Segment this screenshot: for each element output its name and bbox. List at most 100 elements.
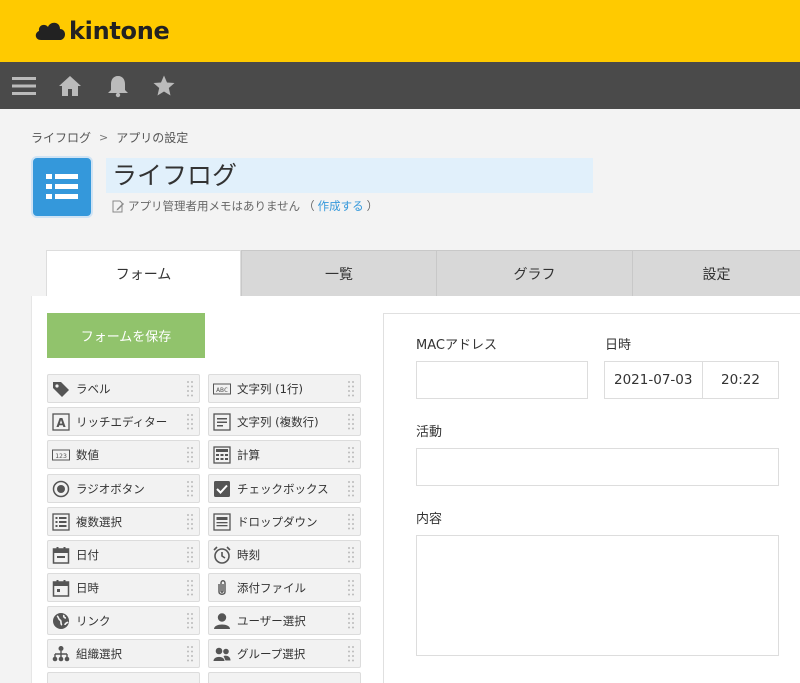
drag-handle-icon [348,645,354,661]
memo-open-paren: （ [303,199,315,213]
part-date[interactable]: 日付 [47,540,200,569]
part-label-text: ラジオボタン [76,481,145,496]
menu-icon[interactable] [12,74,36,98]
part-group-select[interactable]: グループ選択 [208,639,361,668]
part-user-select[interactable]: ユーザー選択 [208,606,361,635]
mac-address-field[interactable] [416,361,588,399]
part-label-text: 文字列 (複数行) [237,414,319,429]
part-link[interactable]: リンク [47,606,200,635]
drag-handle-icon [187,546,193,562]
drag-handle-icon [187,413,193,429]
cloud-logo-icon [35,22,66,40]
drag-handle-icon [348,579,354,595]
part-label[interactable]: ラベル [47,374,200,403]
drag-handle-icon [348,446,354,462]
datetime-icon [52,579,70,597]
tab-form[interactable]: フォーム [46,250,241,296]
part-radio-button[interactable]: ラジオボタン [47,474,200,503]
svg-text:123: 123 [55,452,67,460]
part-label-text: 数値 [76,447,99,462]
part-label-text: 日付 [76,547,99,562]
user-icon [214,612,230,629]
drag-handle-icon [187,645,193,661]
drag-handle-icon [187,480,193,496]
checkbox-icon [214,480,230,497]
part-label-text: 複数選択 [76,514,122,529]
part-label-text: チェックボックス [237,481,329,496]
activity-label: 活動 [416,425,443,440]
multiline-text-icon [213,412,231,431]
datetime-date-field[interactable]: 2021-07-03 [604,361,703,399]
part-label-text: グループ選択 [237,646,306,661]
part-label-text: ラベル [76,381,111,396]
breadcrumb-app-link[interactable]: ライフログ [31,129,91,146]
clock-icon [213,545,231,564]
drag-handle-icon [348,546,354,562]
part-label-text: 組織選択 [76,646,122,661]
rich-editor-icon: A [52,412,70,431]
star-icon[interactable] [152,74,176,98]
part-number[interactable]: 123 数値 [47,440,200,469]
calendar-icon [52,546,70,564]
part-time[interactable]: 時刻 [208,540,361,569]
drag-handle-icon [348,513,354,529]
svg-text:A: A [56,416,66,430]
mac-address-label: MACアドレス [416,338,497,353]
part-label-text: 計算 [237,447,260,462]
part-multi-line-text[interactable]: 文字列 (複数行) [208,407,361,436]
part-rich-editor[interactable]: A リッチエディター [47,407,200,436]
drag-handle-icon [187,380,193,396]
app-icon [31,156,93,218]
drag-handle-icon [348,380,354,396]
part-single-line-text[interactable]: ABC 文字列 (1行) [208,374,361,403]
part-label-text: ドロップダウン [237,514,318,529]
nav-bar [0,62,800,109]
part-attachment[interactable]: 添付ファイル [208,573,361,602]
tag-icon [53,381,69,397]
datetime-time-field[interactable]: 20:22 [702,361,779,399]
part-dropdown[interactable]: ドロップダウン [208,507,361,536]
part-cut-off[interactable] [208,672,361,683]
breadcrumb-separator: > [99,131,109,144]
svg-text:ABC: ABC [216,386,228,394]
group-icon [213,647,231,661]
tab-graph[interactable]: グラフ [436,250,632,296]
drag-handle-icon [348,413,354,429]
calculator-icon [213,445,231,464]
part-org-select[interactable]: 組織選択 [47,639,200,668]
datetime-label: 日時 [605,338,632,353]
drag-handle-icon [187,579,193,595]
breadcrumb-current: アプリの設定 [116,131,189,145]
part-checkbox[interactable]: チェックボックス [208,474,361,503]
part-cut-off[interactable] [47,672,200,683]
kintone-logo[interactable]: kintone [33,17,170,45]
part-calculation[interactable]: 計算 [208,440,361,469]
dropdown-icon [213,512,231,531]
tab-settings[interactable]: 設定 [632,250,800,296]
paperclip-icon [218,579,226,595]
list-app-icon [46,174,78,199]
part-label-text: 時刻 [237,547,260,562]
abc-icon: ABC [213,383,231,394]
part-datetime[interactable]: 日時 [47,573,200,602]
part-label-text: ユーザー選択 [237,613,306,628]
memo-close-paren: ） [366,199,379,213]
drag-handle-icon [187,612,193,628]
home-icon[interactable] [58,74,82,98]
org-icon [52,645,70,661]
activity-field[interactable] [416,448,779,486]
globe-icon [53,612,69,629]
save-form-button[interactable]: フォームを保存 [47,313,205,358]
memo-text: アプリ管理者用メモはありません [128,199,301,213]
top-header: kintone [0,0,800,62]
tab-list[interactable]: 一覧 [241,250,436,296]
part-label-text: 添付ファイル [237,580,306,595]
part-label-text: 文字列 (1行) [237,381,303,396]
part-multi-select[interactable]: 複数選択 [47,507,200,536]
part-label-text: 日時 [76,580,99,595]
bell-icon[interactable] [106,74,130,98]
create-memo-link[interactable]: 作成する [318,198,364,214]
content-textarea[interactable] [416,535,779,656]
app-name-editor[interactable]: ライフログ [106,158,593,193]
app-name: ライフログ [112,161,238,190]
